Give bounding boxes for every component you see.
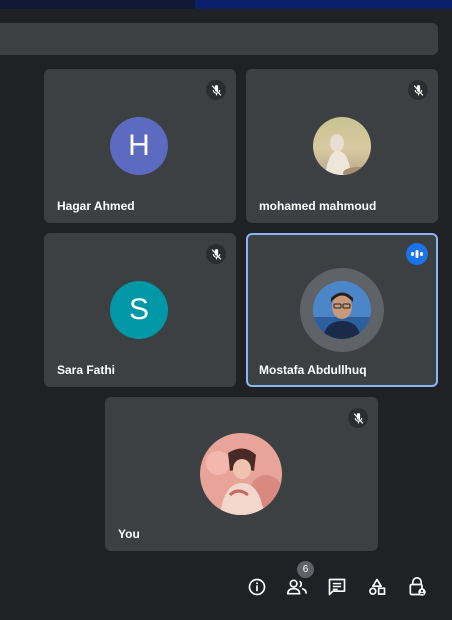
chat-button[interactable] xyxy=(325,575,349,599)
participant-tile-mostafa[interactable]: Mostafa Abdullhuq xyxy=(246,233,438,387)
info-icon xyxy=(248,578,266,596)
mic-off-icon xyxy=(408,80,428,100)
mic-off-icon xyxy=(206,80,226,100)
avatar-letter: H xyxy=(128,129,150,162)
activities-button[interactable] xyxy=(365,575,389,599)
info-button[interactable] xyxy=(245,575,269,599)
people-icon xyxy=(286,579,307,595)
participant-name: Sara Fathi xyxy=(57,363,116,377)
participant-tile-sara[interactable]: S Sara Fathi xyxy=(44,233,236,387)
chat-icon xyxy=(328,578,346,596)
avatar-photo xyxy=(200,433,282,515)
avatar-photo xyxy=(313,281,371,339)
participant-tile-you[interactable]: You xyxy=(105,397,378,551)
avatar-photo xyxy=(313,117,371,175)
participant-tile-mohamed[interactable]: mohamed mahmoud xyxy=(246,69,438,223)
participant-name: Hagar Ahmed xyxy=(57,199,135,213)
participant-name: mohamed mahmoud xyxy=(259,199,377,213)
activities-icon xyxy=(369,578,386,595)
host-controls-button[interactable] xyxy=(405,575,429,599)
people-count-badge: 6 xyxy=(297,561,314,578)
mic-off-icon xyxy=(206,244,226,264)
mic-off-icon xyxy=(348,408,368,428)
host-controls-icon xyxy=(409,577,426,596)
speaking-indicator-icon xyxy=(406,243,428,265)
avatar: S xyxy=(110,281,168,339)
participant-name: You xyxy=(118,527,140,541)
participant-name: Mostafa Abdullhuq xyxy=(259,363,367,377)
participant-tile-hagar[interactable]: H Hagar Ahmed xyxy=(44,69,236,223)
people-button[interactable] xyxy=(285,575,309,599)
avatar: H xyxy=(110,117,168,175)
avatar-letter: S xyxy=(128,293,149,326)
top-window-bar xyxy=(0,0,452,9)
top-banner xyxy=(0,23,438,55)
